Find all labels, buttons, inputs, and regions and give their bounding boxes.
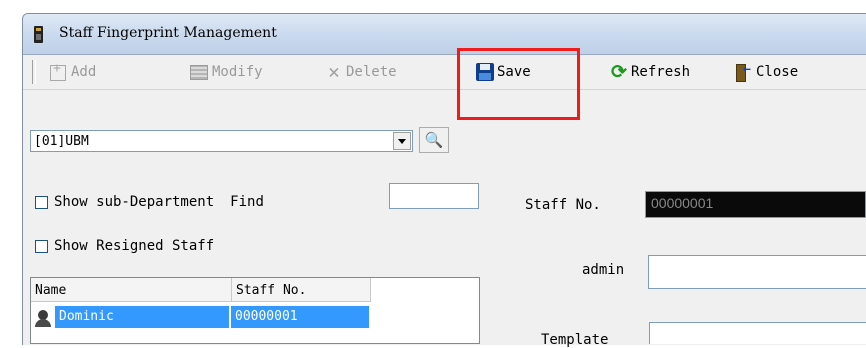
refresh-label: Refresh <box>631 64 691 80</box>
show-sub-department-checkbox[interactable] <box>35 195 48 209</box>
modify-icon <box>189 63 209 81</box>
add-button[interactable]: Add <box>48 59 96 85</box>
add-label: Add <box>71 64 97 80</box>
close-door-icon <box>735 62 753 82</box>
toolbar: Add Modify ✕ Delete Save ⟳ Refresh Close <box>23 55 866 90</box>
toolbar-grip[interactable] <box>32 60 36 84</box>
delete-icon: ✕ <box>328 61 340 83</box>
find-label: Find <box>230 194 264 210</box>
show-sub-department-option[interactable]: Show sub-Department Find <box>35 194 264 210</box>
add-icon <box>48 61 68 81</box>
save-highlight-box <box>457 48 580 120</box>
chevron-down-icon[interactable] <box>393 132 411 150</box>
modify-label: Modify <box>212 64 263 80</box>
fingerprint-device-icon <box>34 26 43 43</box>
binoculars-icon: 🔍 <box>424 131 444 149</box>
staff-list[interactable]: Name Staff No. Dominic 00000001 <box>30 277 480 344</box>
title-bar: Staff Fingerprint Management <box>23 14 866 55</box>
template-label: Template <box>541 332 609 348</box>
find-department-button[interactable]: 🔍 <box>419 127 449 153</box>
admin-field[interactable] <box>648 255 866 289</box>
show-resigned-staff-checkbox[interactable] <box>35 239 48 253</box>
delete-button[interactable]: ✕ Delete <box>325 59 397 85</box>
staff-no-field[interactable]: 00000001 <box>645 191 866 218</box>
refresh-icon: ⟳ <box>611 61 627 83</box>
staff-avatar-icon <box>34 309 52 327</box>
column-header-staff-no[interactable]: Staff No. <box>232 278 371 302</box>
admin-label: admin <box>582 262 625 278</box>
table-row-staff-no-cell[interactable]: 00000001 <box>231 306 369 328</box>
delete-label: Delete <box>346 64 397 80</box>
show-resigned-staff-label: Show Resigned Staff <box>54 238 215 254</box>
template-field[interactable] <box>649 322 866 344</box>
show-sub-department-label: Show sub-Department <box>54 194 215 210</box>
show-resigned-staff-option[interactable]: Show Resigned Staff <box>35 238 214 254</box>
find-input[interactable] <box>389 183 479 209</box>
refresh-button[interactable]: ⟳ Refresh <box>610 59 690 85</box>
window-title: Staff Fingerprint Management <box>59 25 277 41</box>
table-row-name-cell[interactable]: Dominic <box>55 306 229 328</box>
department-select[interactable]: [01]UBM <box>30 130 413 152</box>
staff-no-label: Staff No. <box>525 197 601 213</box>
close-button[interactable]: Close <box>735 59 798 85</box>
close-label: Close <box>756 64 799 80</box>
department-value: [01]UBM <box>34 134 89 149</box>
modify-button[interactable]: Modify <box>189 59 263 85</box>
column-header-name[interactable]: Name <box>31 278 232 302</box>
